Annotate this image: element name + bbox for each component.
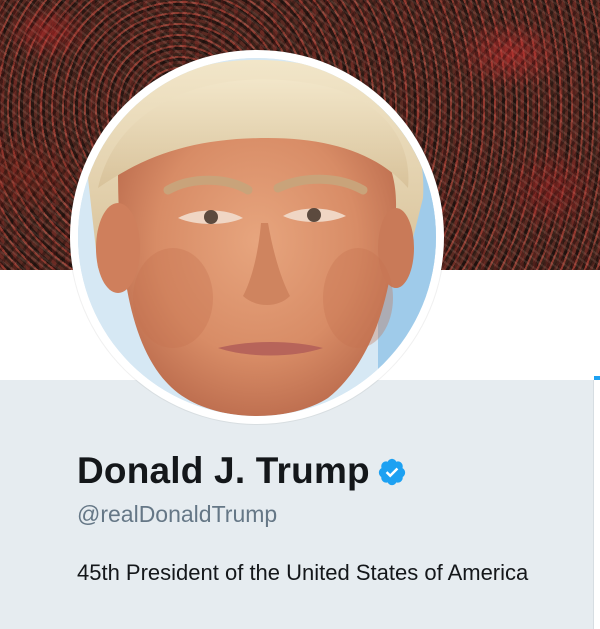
avatar-photo	[78, 58, 436, 416]
verified-badge-icon	[378, 458, 405, 486]
profile-page: Donald J. Trump @realDonaldTrump 45th Pr…	[0, 0, 600, 629]
timeline-edge	[593, 380, 600, 629]
username-handle[interactable]: @realDonaldTrump	[77, 500, 277, 528]
profile-bio: 45th President of the United States of A…	[77, 560, 529, 585]
profile-avatar[interactable]	[70, 50, 444, 424]
display-name-row: Donald J. Trump	[77, 449, 407, 493]
face-portrait-image	[78, 58, 436, 416]
display-name[interactable]: Donald J. Trump	[77, 449, 370, 493]
